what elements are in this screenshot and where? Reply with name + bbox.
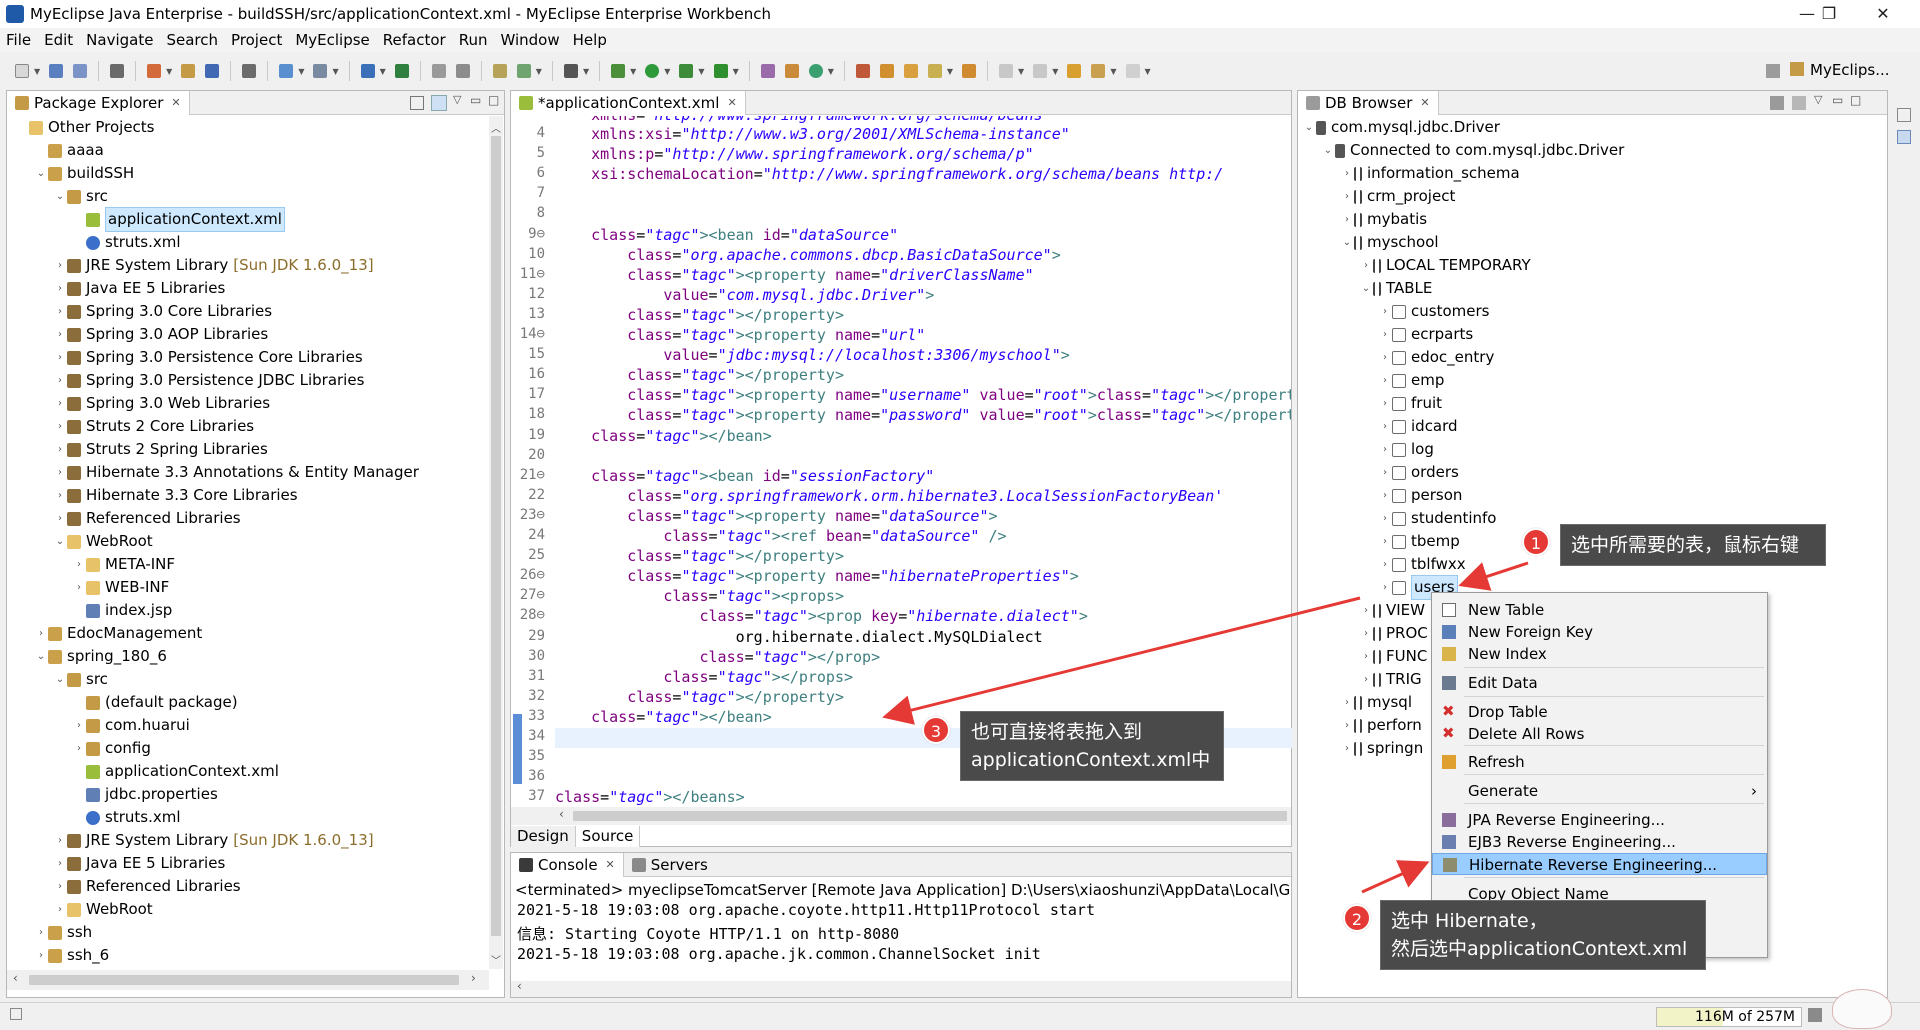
step1-badge: 1 bbox=[1522, 528, 1550, 556]
heap-text: 116M of 257M bbox=[1695, 1009, 1795, 1025]
step3-line2: applicationContext.xml中 bbox=[971, 749, 1211, 771]
step2-line2: 然后选中applicationContext.xml bbox=[1391, 938, 1688, 960]
heap-status[interactable]: 116M of 257M bbox=[1656, 1007, 1802, 1027]
step3-badge: 3 bbox=[922, 716, 950, 744]
step2-callout: 选中 Hibernate， 然后选中applicationContext.xml bbox=[1380, 900, 1706, 970]
arrow-step1 bbox=[1458, 561, 1529, 591]
step2-line1: 选中 Hibernate， bbox=[1391, 910, 1548, 932]
annotation-arrows bbox=[882, 561, 1529, 894]
status-bar: 116M of 257M bbox=[0, 989, 1920, 1030]
mascot-sticker bbox=[1832, 989, 1892, 1029]
step2-badge: 2 bbox=[1343, 904, 1371, 932]
arrow-step2 bbox=[1361, 860, 1430, 894]
fast-view-icon[interactable] bbox=[10, 1008, 22, 1020]
arrow-step3 bbox=[882, 596, 1361, 725]
step1-callout: 选中所需要的表，鼠标右键 bbox=[1560, 524, 1826, 566]
step3-callout: 也可直接将表拖入到 applicationContext.xml中 bbox=[960, 711, 1224, 781]
step3-line1: 也可直接将表拖入到 bbox=[971, 721, 1143, 743]
gc-icon[interactable] bbox=[1808, 1008, 1822, 1022]
